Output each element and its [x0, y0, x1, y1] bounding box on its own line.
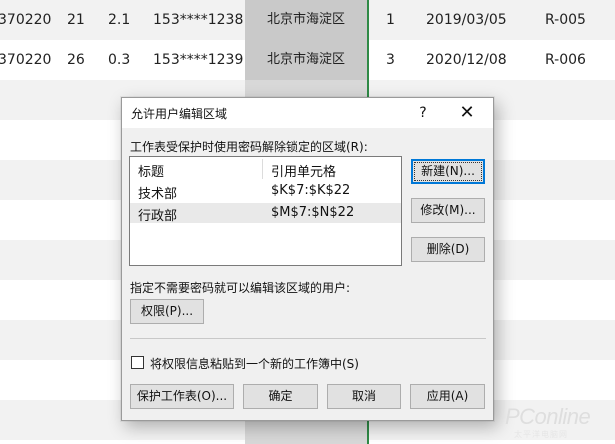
unlock-ranges-label: 工作表受保护时使用密码解除锁定的区域(R): [130, 140, 368, 154]
list-item[interactable]: 行政部 $M$7:$N$22 [130, 203, 401, 224]
checkbox-label[interactable]: 将权限信息粘贴到一个新的工作簿中(S) [150, 355, 359, 372]
list-item[interactable]: 技术部 $K$7:$K$22 [130, 181, 401, 202]
table-cell[interactable]: 1 [386, 0, 395, 40]
table-cell[interactable]: 153****1238 [153, 0, 243, 40]
table-cell[interactable]: 370220 [0, 0, 51, 40]
table-cell[interactable]: 2020/12/08 [426, 40, 507, 80]
ok-button[interactable]: 确定 [243, 384, 318, 409]
table-cell[interactable]: 26 [67, 40, 85, 80]
table-cell[interactable]: 2.1 [108, 0, 130, 40]
range-title: 行政部 [138, 209, 178, 224]
column-header-ref: 引用单元格 [271, 165, 337, 180]
new-range-button[interactable]: 新建(N)... [411, 159, 485, 184]
column-divider [262, 159, 263, 179]
users-label: 指定不需要密码就可以编辑该区域的用户: [130, 281, 351, 295]
table-cell[interactable]: 3 [386, 40, 395, 80]
help-icon[interactable]: ? [412, 102, 434, 124]
ranges-listbox[interactable]: 标题 引用单元格 技术部 $K$7:$K$22 行政部 $M$7:$N$22 [129, 156, 402, 266]
table-cell[interactable]: 370220 [0, 40, 51, 80]
dialog-title: 允许用户编辑区域 [131, 107, 228, 121]
watermark-subtitle: 太平洋电脑网 [514, 430, 568, 439]
close-icon[interactable]: ✕ [456, 102, 478, 124]
table-cell[interactable]: 北京市海淀区 [267, 40, 345, 80]
dialog-titlebar[interactable]: 允许用户编辑区域 ? ✕ [122, 98, 493, 128]
watermark-logo: PConline [505, 404, 591, 429]
divider [130, 338, 486, 339]
table-cell[interactable]: R-005 [545, 0, 586, 40]
permissions-button[interactable]: 权限(P)... [130, 299, 204, 324]
range-ref: $K$7:$K$22 [271, 183, 351, 198]
table-cell[interactable]: 0.3 [108, 40, 130, 80]
protect-sheet-button[interactable]: 保护工作表(O)... [130, 384, 234, 409]
table-cell[interactable]: 北京市海淀区 [267, 0, 345, 40]
delete-range-button[interactable]: 删除(D) [411, 237, 485, 262]
apply-button[interactable]: 应用(A) [410, 384, 485, 409]
allow-users-edit-ranges-dialog: 允许用户编辑区域 ? ✕ 工作表受保护时使用密码解除锁定的区域(R): 标题 引… [121, 97, 494, 421]
list-header: 标题 引用单元格 [130, 159, 401, 180]
paste-permissions-checkbox[interactable] [131, 356, 144, 369]
table-cell[interactable]: 2019/03/05 [426, 0, 507, 40]
cancel-button[interactable]: 取消 [327, 384, 401, 409]
range-title: 技术部 [138, 187, 178, 202]
table-cell[interactable]: 153****1239 [153, 40, 243, 80]
column-header-title: 标题 [138, 165, 165, 180]
range-ref: $M$7:$N$22 [271, 205, 355, 220]
table-cell[interactable]: R-006 [545, 40, 586, 80]
table-cell[interactable]: 21 [67, 0, 85, 40]
modify-range-button[interactable]: 修改(M)... [411, 198, 485, 223]
